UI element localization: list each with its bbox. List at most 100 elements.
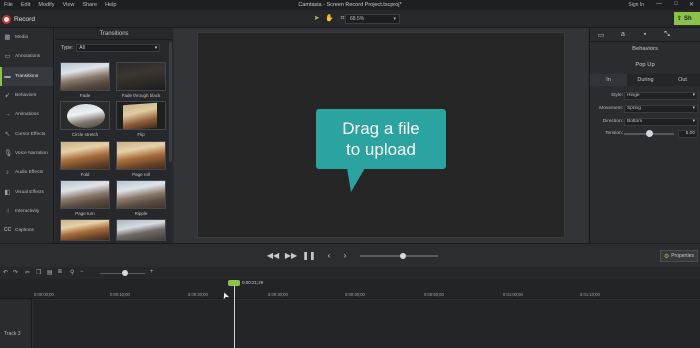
transition-tile[interactable]: Page turn bbox=[60, 180, 110, 216]
transition-thumbnail bbox=[116, 219, 166, 241]
transition-tile[interactable]: Page roll bbox=[116, 141, 166, 177]
properties-title: Behaviors bbox=[632, 46, 658, 52]
properties-button[interactable]: ⚙ Properties bbox=[659, 250, 698, 262]
close-icon[interactable]: ✕ bbox=[689, 1, 694, 8]
sidebar-item-transitions[interactable]: ▬ Transitions bbox=[0, 66, 53, 86]
text-properties-icon[interactable]: a bbox=[618, 31, 628, 38]
flip-preview bbox=[123, 102, 157, 129]
previous-clip-icon[interactable]: ‹ bbox=[322, 249, 336, 263]
transition-tile[interactable]: Circle stretch bbox=[60, 101, 110, 137]
movement-row: Movement: Spring ▾ bbox=[590, 105, 700, 114]
menu-file[interactable]: File bbox=[0, 2, 17, 8]
transition-tile[interactable] bbox=[116, 219, 166, 241]
timeline-search-icon[interactable]: ⚲ bbox=[70, 269, 74, 276]
transitions-panel: Transitions Type: All ▾ Fade Fade throug… bbox=[55, 28, 173, 243]
direction-label: Direction: bbox=[602, 119, 623, 124]
undo-icon[interactable]: ↶ bbox=[3, 269, 8, 276]
transition-thumbnail bbox=[116, 141, 166, 170]
tab-in[interactable]: In bbox=[590, 74, 627, 86]
tools-sidebar: ▦ Media ▭ Annotations ▬ Transitions ➹ Be… bbox=[0, 28, 54, 243]
bubble-tail bbox=[347, 168, 365, 192]
annotation-properties-icon[interactable]: ▪ bbox=[640, 31, 650, 38]
sidebar-item-label: Media bbox=[15, 35, 29, 41]
transition-thumbnail bbox=[60, 219, 110, 241]
sidebar-item-cursor-effects[interactable]: ↖ Cursor Effects bbox=[0, 124, 53, 143]
sidebar-item-voice-narration[interactable]: 🎙 Voice Narration bbox=[0, 144, 53, 163]
pause-icon[interactable]: ❚❚ bbox=[302, 249, 316, 263]
track-header[interactable] bbox=[0, 300, 32, 348]
playhead-line[interactable] bbox=[234, 285, 235, 348]
redo-icon[interactable]: ↷ bbox=[13, 269, 18, 276]
zoom-in-icon[interactable]: + bbox=[150, 269, 154, 275]
type-dropdown[interactable]: All ▾ bbox=[76, 44, 161, 52]
step-back-icon[interactable]: ◀◀ bbox=[266, 249, 280, 263]
chevron-down-icon: ▾ bbox=[692, 93, 695, 98]
arrow-select-icon[interactable]: ➤ bbox=[312, 14, 321, 23]
next-clip-icon[interactable]: › bbox=[338, 249, 352, 263]
zoom-out-icon[interactable]: − bbox=[80, 269, 84, 275]
maximize-icon[interactable]: □ bbox=[674, 1, 678, 7]
timeline-ruler[interactable]: 0:00:00;00 0:00:10;00 0:00:20;00 0:00:30… bbox=[0, 279, 700, 299]
transition-tile[interactable]: Ripple bbox=[116, 180, 166, 216]
menu-bar: File Edit Modify View Share Help Camtasi… bbox=[0, 0, 700, 10]
transition-tile[interactable]: Fade through black bbox=[116, 62, 166, 98]
sign-in-link[interactable]: Sign In bbox=[628, 2, 644, 8]
share-button[interactable]: ⇪ Sh bbox=[674, 12, 700, 25]
transition-thumbnail bbox=[116, 101, 166, 130]
circle-preview bbox=[67, 104, 105, 128]
tension-value-field[interactable]: 5.00 bbox=[678, 130, 698, 138]
paste-icon[interactable]: ▤ bbox=[47, 269, 53, 276]
sidebar-item-annotations[interactable]: ▭ Annotations bbox=[0, 47, 53, 66]
sidebar-item-audio-effects[interactable]: ♪ Audio Effects bbox=[0, 163, 53, 182]
drag-file-bubble: Drag a file to upload bbox=[316, 109, 446, 169]
menu-help[interactable]: Help bbox=[101, 2, 120, 8]
sidebar-item-behaviors[interactable]: ➹ Behaviors bbox=[0, 86, 53, 105]
chevron-down-icon: ▾ bbox=[393, 16, 396, 22]
properties-panel: ▭ a ▪ ⤡ Behaviors Pop Up In During Out S… bbox=[589, 28, 700, 243]
tab-out[interactable]: Out bbox=[664, 74, 700, 86]
share-icon: ⇪ bbox=[677, 16, 683, 22]
track-label: Track 3 bbox=[4, 331, 21, 337]
movement-dropdown[interactable]: Spring ▾ bbox=[624, 105, 698, 113]
transition-label: Page turn bbox=[75, 211, 95, 216]
menu-view[interactable]: View bbox=[59, 2, 79, 8]
transition-tile[interactable]: Flip bbox=[116, 101, 166, 137]
panel-scrollbar[interactable] bbox=[169, 42, 172, 162]
transition-thumbnail bbox=[60, 101, 110, 130]
minimize-icon[interactable]: — bbox=[656, 1, 662, 7]
sidebar-item-label: Audio Effects bbox=[15, 170, 44, 176]
zoom-dropdown[interactable]: 68.5% ▾ bbox=[345, 14, 400, 24]
transition-label: Fade bbox=[79, 93, 91, 98]
sidebar-item-media[interactable]: ▦ Media bbox=[0, 28, 53, 47]
visual-properties-icon[interactable]: ▭ bbox=[596, 31, 606, 39]
step-forward-icon[interactable]: ▶▶ bbox=[284, 249, 298, 263]
sidebar-item-label: Annotations bbox=[15, 54, 41, 60]
copy-icon[interactable]: ❐ bbox=[36, 269, 41, 276]
sidebar-item-captions[interactable]: CC Captions bbox=[0, 221, 53, 240]
scrubber-handle[interactable] bbox=[399, 253, 406, 259]
direction-dropdown[interactable]: Bottom ▾ bbox=[624, 118, 698, 126]
record-button[interactable]: Record bbox=[2, 13, 35, 25]
tension-slider-handle[interactable] bbox=[646, 130, 653, 137]
chevron-down-icon: ▾ bbox=[154, 45, 158, 51]
sidebar-item-interactivity[interactable]: ☝ Interactivity bbox=[0, 202, 53, 221]
record-icon bbox=[2, 14, 11, 24]
sidebar-item-visual-effects[interactable]: ◧ Visual Effects bbox=[0, 182, 53, 201]
menu-share[interactable]: Share bbox=[78, 2, 101, 8]
cursor-effects-icon: ↖ bbox=[4, 130, 11, 138]
style-dropdown[interactable]: Hinge ▾ bbox=[624, 92, 698, 100]
hand-pan-icon[interactable]: ✋ bbox=[325, 14, 334, 23]
track-lane[interactable] bbox=[33, 300, 700, 348]
playback-bar: ◀◀ ▶▶ ❚❚ ‹ › ⚙ Properties bbox=[0, 243, 700, 267]
cut-icon[interactable]: ✂ bbox=[25, 269, 30, 276]
split-icon[interactable]: ⧈ bbox=[58, 269, 62, 276]
transition-tile[interactable] bbox=[60, 219, 110, 241]
behavior-properties-icon[interactable]: ⤡ bbox=[662, 31, 672, 39]
tab-during[interactable]: During bbox=[627, 74, 664, 86]
menu-modify[interactable]: Modify bbox=[34, 2, 58, 8]
transition-tile[interactable]: Fold bbox=[60, 141, 110, 177]
menu-edit[interactable]: Edit bbox=[17, 2, 34, 8]
transition-tile[interactable]: Fade bbox=[60, 62, 110, 98]
sidebar-item-animations[interactable]: → Animations bbox=[0, 105, 53, 124]
timeline-zoom-handle[interactable] bbox=[122, 270, 128, 276]
